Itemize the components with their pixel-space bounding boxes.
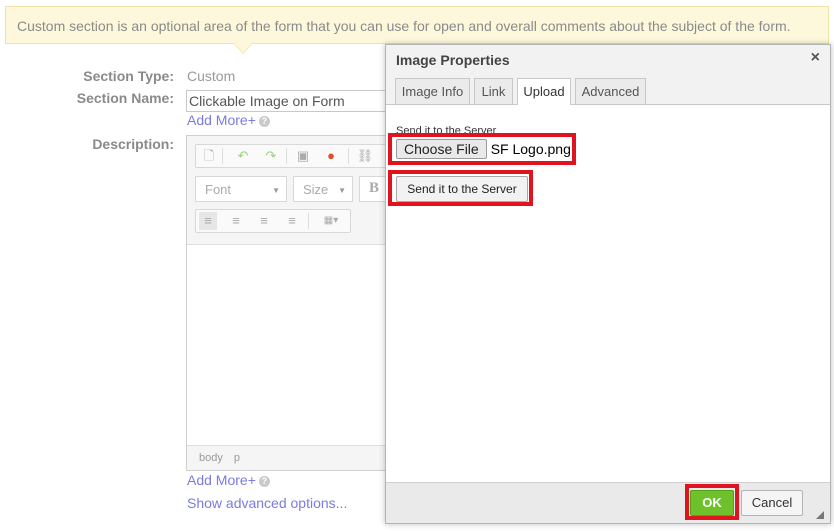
cancel-button[interactable]: Cancel	[741, 490, 803, 516]
editor-content-area[interactable]	[187, 244, 395, 446]
banner-text: Custom section is an optional area of th…	[17, 18, 791, 34]
add-more-link-2[interactable]: Add More+?	[187, 472, 270, 488]
link-icon[interactable]: ⛓	[356, 147, 374, 165]
help-icon[interactable]: ?	[258, 476, 270, 487]
highlight-box	[388, 133, 576, 165]
highlight-box	[685, 484, 739, 520]
path-item[interactable]: body	[199, 452, 223, 464]
align-left-icon[interactable]: ≡	[199, 212, 217, 230]
path-item[interactable]: p	[234, 452, 240, 464]
dialog-tabs: Image Info Link Upload Advanced	[386, 74, 830, 105]
chevron-down-icon: ▼	[272, 186, 280, 195]
chevron-down-icon: ▼	[338, 186, 346, 195]
align-right-icon[interactable]: ≡	[255, 212, 273, 230]
font-select[interactable]: Font ▼	[195, 176, 287, 202]
undo-icon[interactable]: ↶	[234, 147, 252, 165]
show-advanced-link[interactable]: Show advanced options...	[187, 495, 347, 511]
justify-icon[interactable]: ≡	[283, 212, 301, 230]
preview-icon[interactable]: 🗋	[200, 147, 218, 165]
rich-text-editor: 🗋 ↶ ↷ ▣ ● ⛓ Font ▼ Size ▼ B ≡ ≡ ≡ ≡ ▦▾ bod…	[186, 135, 396, 471]
help-icon[interactable]: ?	[258, 116, 270, 127]
section-name-input[interactable]	[186, 90, 396, 112]
flash-icon[interactable]: ●	[322, 147, 340, 165]
add-more-link[interactable]: Add More+?	[187, 112, 270, 128]
tab-upload[interactable]: Upload	[517, 78, 571, 105]
image-icon[interactable]: ▣	[294, 147, 312, 165]
editor-toolbar-row-1: 🗋 ↶ ↷ ▣ ● ⛓	[195, 144, 395, 168]
element-path: body p	[199, 452, 248, 464]
tab-advanced[interactable]: Advanced	[575, 78, 646, 104]
size-select[interactable]: Size ▼	[293, 176, 353, 202]
close-icon[interactable]: ×	[811, 49, 820, 67]
dialog-title: Image Properties	[396, 52, 510, 68]
highlight-box	[388, 170, 533, 206]
align-center-icon[interactable]: ≡	[227, 212, 245, 230]
section-type-value: Custom	[187, 68, 236, 84]
section-type-label: Section Type:	[83, 68, 174, 84]
description-label: Description:	[92, 136, 174, 152]
editor-toolbar-row-2: ≡ ≡ ≡ ≡ ▦▾	[195, 209, 351, 233]
resize-handle[interactable]	[816, 511, 824, 519]
section-name-label: Section Name:	[76, 90, 174, 106]
dialog-footer: OK Cancel	[386, 482, 830, 523]
dialog-title-bar[interactable]: Image Properties ×	[386, 45, 830, 75]
image-properties-dialog: Image Properties × Image Info Link Uploa…	[385, 44, 831, 524]
info-banner: Custom section is an optional area of th…	[5, 6, 829, 44]
tab-link[interactable]: Link	[474, 78, 513, 104]
styles-icon[interactable]: ▦▾	[316, 212, 346, 230]
upload-panel: Send it to the Server Choose File SF Logo…	[386, 105, 830, 485]
redo-icon[interactable]: ↷	[262, 147, 280, 165]
tab-image-info[interactable]: Image Info	[395, 78, 470, 104]
